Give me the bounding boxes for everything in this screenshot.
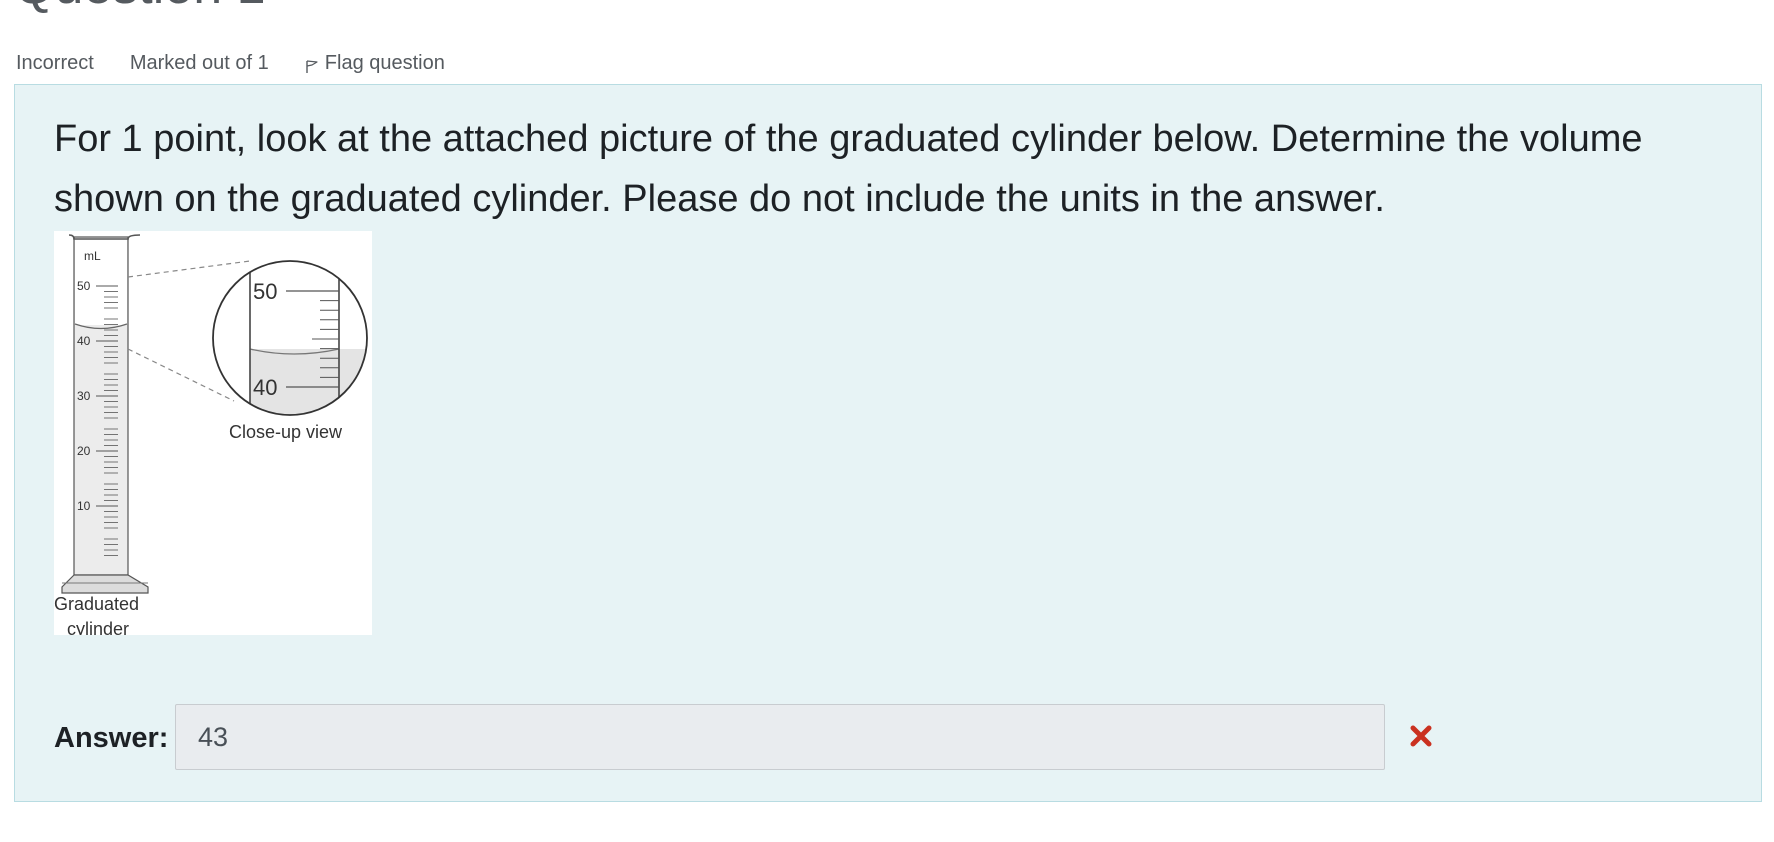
closeup-caption: Close-up view	[229, 422, 343, 442]
graduated-cylinder-figure: mL 50 40 30 20 10 50 40 Close-up view Gr…	[54, 234, 368, 635]
question-grade: Marked out of 1	[129, 51, 269, 74]
figure-caption-line1: Graduated	[54, 594, 139, 614]
zoom-connector-top	[127, 260, 251, 278]
question-text: For 1 point, look at the attached pictur…	[54, 118, 1643, 220]
graduated-cylinder-image: mL 50 40 30 20 10 50 40 Close-up view Gr…	[54, 231, 372, 635]
scale-label-30: 30	[77, 389, 91, 403]
scale-label-20: 20	[77, 444, 91, 458]
flag-icon	[306, 59, 318, 73]
closeup-view	[213, 261, 367, 415]
question-formulation: For 1 point, look at the attached pictur…	[14, 84, 1762, 802]
quiz-page: Question 1 Incorrect Marked out of 1 Fla…	[0, 0, 1774, 842]
answer-label: Answer:	[54, 722, 169, 754]
scale-label-40: 40	[77, 334, 91, 348]
figure-caption-line2: cylinder	[67, 619, 129, 635]
flag-question-link[interactable]: Flag question	[305, 52, 445, 75]
closeup-label-40: 40	[253, 375, 277, 400]
closeup-label-50: 50	[253, 279, 277, 304]
flag-question-label: Flag question	[324, 51, 445, 74]
question-info: Incorrect Marked out of 1 Flag question	[16, 50, 445, 76]
cylinder-base	[61, 574, 149, 594]
answer-row: Answer: 43	[54, 704, 1454, 772]
answer-input[interactable]: 43	[175, 704, 1385, 770]
unit-label: mL	[84, 249, 101, 263]
scale-label-10: 10	[77, 499, 91, 513]
question-status: Incorrect	[16, 51, 94, 74]
cross-icon	[1410, 725, 1432, 747]
scale-label-50: 50	[77, 279, 91, 293]
question-title: Question 1	[14, 0, 266, 16]
